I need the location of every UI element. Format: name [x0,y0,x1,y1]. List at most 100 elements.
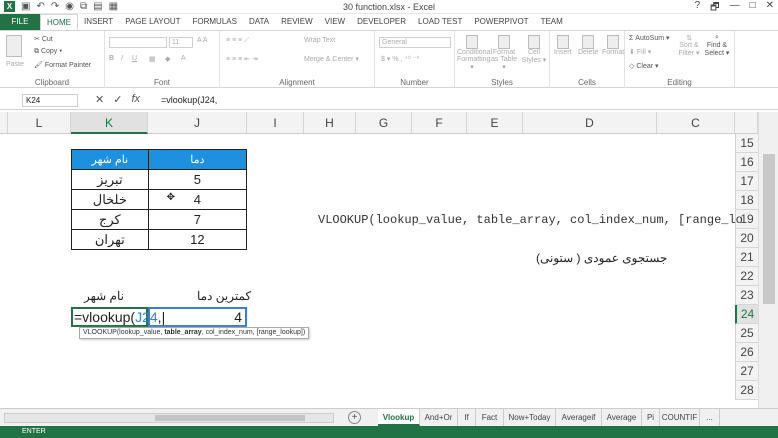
cut-button[interactable]: ✂ Cut [34,35,53,43]
tab-review[interactable]: REVIEW [275,14,319,30]
insert-button[interactable]: Insert [554,35,572,56]
temp-cell[interactable]: 5 [147,169,248,190]
borders-icon[interactable]: ▦ [149,55,156,63]
column-header-e[interactable]: E [467,112,523,134]
enter-icon[interactable]: ✓ [113,93,122,106]
align-top-icons[interactable]: ≡ ≡ ≡ ⟋ [226,37,249,45]
sheet-tab-countif[interactable]: COUNTIF [660,409,700,426]
column-header-h[interactable]: H [304,112,356,134]
worksheet-grid[interactable]: L K J I H G F E D C 15 16 17 18 19 20 21… [0,112,778,408]
column-header-k[interactable]: K [71,112,148,134]
temp-cell[interactable]: 7 [147,209,248,230]
column-header-g[interactable]: G [356,112,412,134]
cell-styles-button[interactable]: Cell Styles ▾ [521,35,547,64]
font-name-select[interactable] [109,37,167,48]
number-format-select[interactable]: General [379,37,451,48]
format-as-table-button[interactable]: Format as Table ▾ [489,35,519,71]
find-select-button[interactable]: ⌕ Find & Select ▾ [703,34,731,57]
conditional-formatting-button[interactable]: Conditional Formatting ▾ [457,35,492,71]
add-sheet-button[interactable]: + [348,411,361,424]
merge-center-button[interactable]: Merge & Center ▾ [304,55,359,63]
sheet-tab-fact[interactable]: Fact [476,409,504,426]
row-header-17[interactable]: 17 [735,172,758,191]
tab-page-layout[interactable]: PAGE LAYOUT [119,14,186,30]
formula-input[interactable]: =vlookup(J24, [158,94,760,107]
tab-home[interactable]: HOME [40,14,78,30]
cancel-icon[interactable]: ✕ [95,93,104,106]
fill-button[interactable]: ⬇ Fill ▾ [629,48,651,56]
row-header-18[interactable]: 18 [735,191,758,210]
sort-filter-button[interactable]: ⇅ Sort & Filter ▾ [677,34,701,57]
format-button[interactable]: Format [602,35,624,56]
tab-insert[interactable]: INSERT [78,14,119,30]
align-left-icons[interactable]: ≡ ≡ ≡ ⇤ ⇥ [226,55,258,63]
underline-button[interactable]: U [132,55,137,62]
sheet-tab-if[interactable]: If [458,409,476,426]
row-header-15[interactable]: 15 [735,134,758,153]
italic-button[interactable]: I [121,55,123,62]
row-header-25[interactable]: 25 [735,324,758,343]
row-header-20[interactable]: 20 [735,229,758,248]
number-format-icons[interactable]: $ ▾ % , ⁺⁰ ⁻⁰ [381,55,419,63]
function-tooltip[interactable]: VLOOKUP(lookup_value, table_array, col_i… [79,327,310,339]
sheet-tab-pi[interactable]: Pi [642,409,660,426]
column-header-i[interactable]: I [247,112,304,134]
paste-button[interactable] [6,35,22,57]
column-header-l[interactable]: L [8,112,71,134]
active-cell-k24[interactable]: =vlookup(J24,| [71,307,165,327]
tab-developer[interactable]: DEVELOPER [351,14,412,30]
sheet-tab-averageif[interactable]: Averageif [556,409,602,426]
copy-button[interactable]: ⧉ Copy ▾ [34,48,62,56]
insert-function-icon[interactable]: fx [131,93,140,106]
wrap-text-button[interactable]: Wrap Text [304,37,335,44]
font-color-icon[interactable]: A [181,55,186,62]
row-header-27[interactable]: 27 [735,362,758,381]
vertical-scroll-thumb[interactable] [763,154,775,304]
column-header-j[interactable]: J [148,112,247,134]
column-header-d[interactable]: D [523,112,657,134]
font-size-select[interactable]: 11 [169,37,193,48]
row-header-24[interactable]: 24 [735,305,758,324]
tab-view[interactable]: VIEW [319,14,351,30]
horizontal-scrollbar[interactable] [4,413,334,423]
tab-formulas[interactable]: FORMULAS [186,14,242,30]
table-header-city[interactable]: نام شهر [71,149,149,170]
city-cell[interactable]: تهران [71,229,149,250]
format-painter-button[interactable]: 🖌 Format Painter [34,61,91,69]
sheet-tab-now-today[interactable]: Now+Today [504,409,556,426]
sheet-tab-and-or[interactable]: And+Or [420,409,458,426]
bold-button[interactable]: B [109,55,114,62]
city-cell[interactable]: تبریز [71,169,149,190]
row-header-22[interactable]: 22 [735,267,758,286]
temp-cell[interactable]: ✥ 4 [147,189,248,210]
column-header-c[interactable]: C [657,112,735,134]
sheet-tab-average[interactable]: Average [602,409,642,426]
row-header-23[interactable]: 23 [735,286,758,305]
column-header-f[interactable]: F [412,112,467,134]
vertical-scrollbar[interactable] [758,112,778,408]
tab-powerpivot[interactable]: POWERPIVOT [468,14,534,30]
referenced-cell-j24[interactable]: 4 [148,307,247,327]
city-cell[interactable]: خلخال [71,189,149,210]
sheet-tab-vlookup[interactable]: Vlookup [378,409,420,426]
fill-color-icon[interactable]: ◆ [165,55,170,63]
more-sheets-button[interactable]: ... [700,409,720,426]
tab-data[interactable]: DATA [243,14,275,30]
tab-load-test[interactable]: LOAD TEST [412,14,468,30]
row-header-28[interactable]: 28 [735,381,758,400]
tab-team[interactable]: TEAM [535,14,569,30]
delete-button[interactable]: Delete [578,35,598,56]
grow-font-icon[interactable]: A A [197,37,208,44]
row-header-16[interactable]: 16 [735,153,758,172]
clear-button[interactable]: ◇ Clear ▾ [629,62,659,70]
name-box[interactable]: K24 [22,94,78,107]
tab-file[interactable]: FILE [0,14,40,30]
table-header-temp[interactable]: دما [147,149,248,170]
row-header-21[interactable]: 21 [735,248,758,267]
horizontal-scroll-thumb[interactable] [155,415,305,421]
autosum-button[interactable]: Σ AutoSum ▾ [629,34,670,42]
select-all-corner[interactable] [0,112,8,134]
city-cell[interactable]: کرج [71,209,149,230]
row-header-26[interactable]: 26 [735,343,758,362]
temp-cell[interactable]: 12 [147,229,248,250]
